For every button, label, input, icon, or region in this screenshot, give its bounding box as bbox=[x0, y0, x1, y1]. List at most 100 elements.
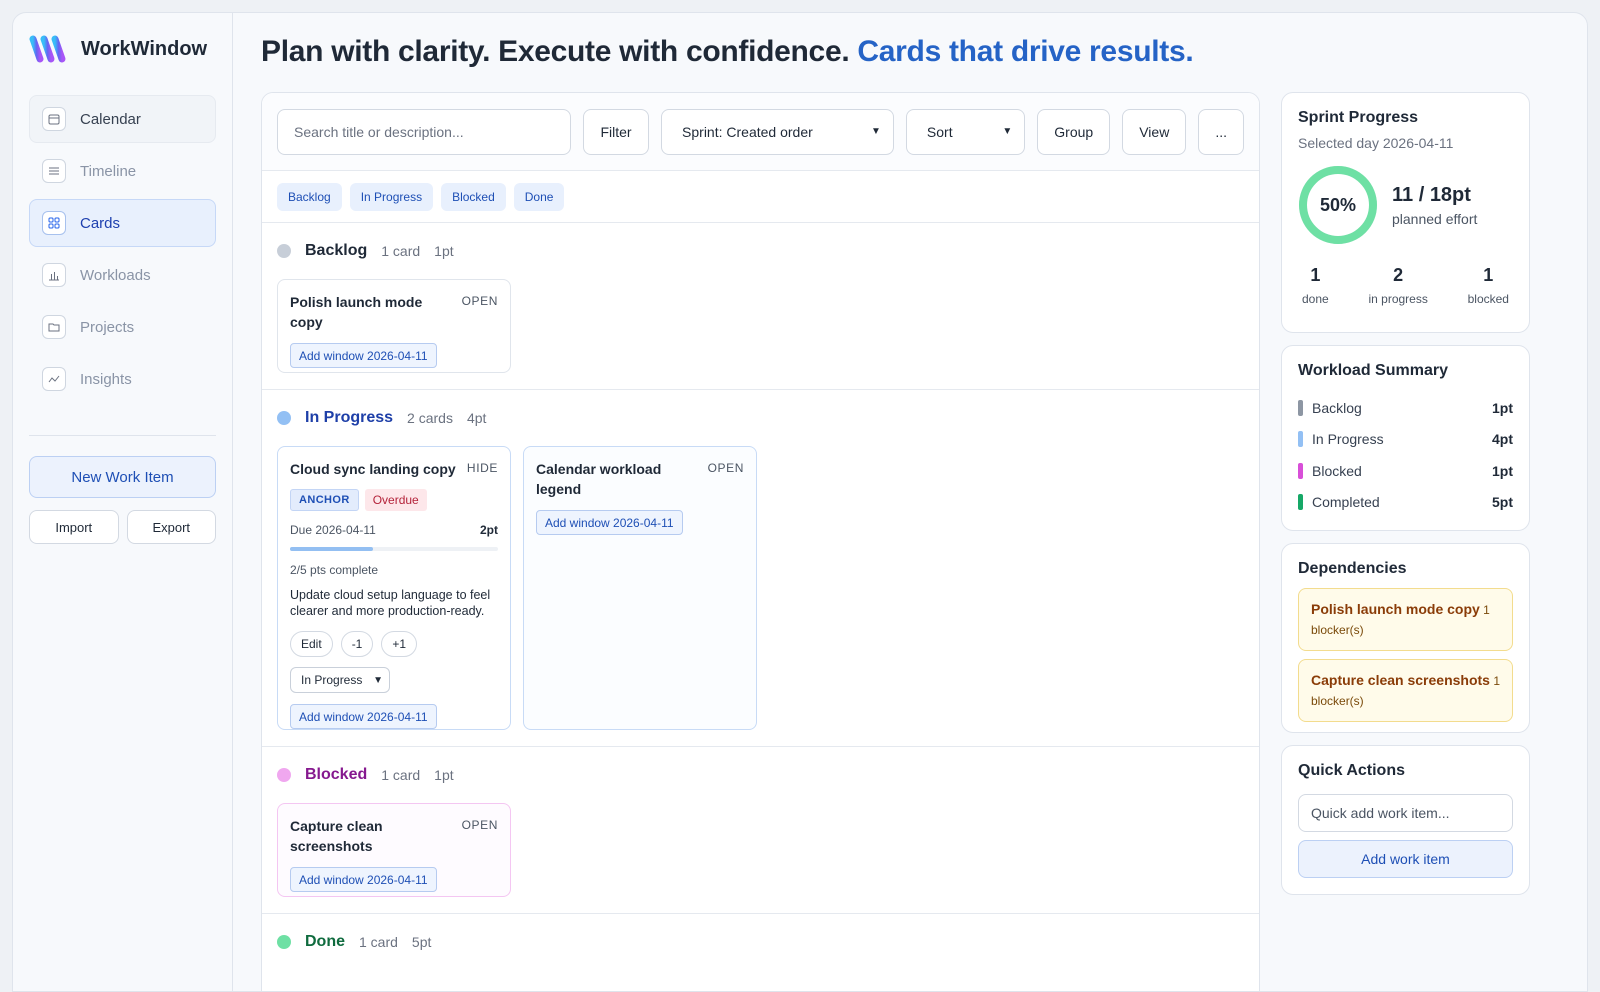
workload-label: Backlog bbox=[1312, 399, 1362, 416]
effort-value: 11 / 18pt bbox=[1392, 183, 1471, 206]
workload-value: 1pt bbox=[1492, 399, 1513, 416]
section-points: 1pt bbox=[434, 767, 454, 783]
section-header: Blocked 1 card 1pt bbox=[277, 747, 1244, 803]
app-window: WorkWindow Calendar Timeline Cards Workl… bbox=[12, 12, 1588, 992]
chip-backlog[interactable]: Backlog bbox=[277, 182, 342, 211]
headline-main: Plan with clarity. Execute with confiden… bbox=[261, 35, 850, 68]
add-window-button[interactable]: Add window 2026-04-11 bbox=[290, 704, 437, 729]
sidebar-divider bbox=[29, 435, 216, 436]
card-open-toggle[interactable]: OPEN bbox=[462, 292, 498, 332]
dependency-item[interactable]: Polish launch mode copy 1 blocker(s) bbox=[1298, 588, 1513, 651]
sidebar-item-projects[interactable]: Projects bbox=[29, 303, 216, 351]
sidebar-item-cards[interactable]: Cards bbox=[29, 199, 216, 247]
card-list: Cloud sync landing copy HIDE ANCHOR Over… bbox=[277, 446, 1244, 746]
sprint-stats: 1 done 2 in progress 1 blocked bbox=[1298, 265, 1513, 306]
group-button[interactable]: Group bbox=[1037, 108, 1111, 155]
add-window-button[interactable]: Add window 2026-04-11 bbox=[290, 867, 437, 892]
sprint-order-value: Sprint: Created order bbox=[682, 123, 813, 140]
status-dot bbox=[277, 768, 291, 782]
chip-blocked[interactable]: Blocked bbox=[441, 182, 506, 211]
add-work-item-button[interactable]: Add work item bbox=[1298, 840, 1513, 878]
sidebar-item-insights[interactable]: Insights bbox=[29, 355, 216, 403]
section-title: Blocked bbox=[305, 766, 368, 783]
quick-add-input[interactable] bbox=[1298, 794, 1513, 832]
sort-select[interactable]: Sort ▼ bbox=[905, 108, 1026, 155]
card-description: Update cloud setup language to feel clea… bbox=[290, 588, 491, 618]
workload-row-blocked: Blocked 1pt bbox=[1298, 455, 1513, 487]
panel-title: Quick Actions bbox=[1298, 762, 1405, 779]
section-points: 1pt bbox=[434, 243, 454, 259]
increment-points-button[interactable]: +1 bbox=[381, 631, 418, 657]
selected-day: Selected day 2026-04-11 bbox=[1298, 135, 1454, 151]
workload-summary-panel: Workload Summary Backlog 1pt In Progress… bbox=[1281, 345, 1530, 531]
legend-swatch bbox=[1298, 399, 1303, 416]
card-actions: Edit -1 +1 bbox=[290, 631, 498, 657]
section-done: Done 1 card 5pt bbox=[262, 914, 1259, 970]
stat-value: 1 bbox=[1483, 265, 1494, 285]
add-window-button[interactable]: Add window 2026-04-11 bbox=[536, 510, 683, 535]
import-export-row: Import Export bbox=[29, 510, 216, 544]
edit-button[interactable]: Edit bbox=[290, 631, 333, 657]
workload-value: 1pt bbox=[1492, 462, 1513, 479]
new-work-item-button[interactable]: New Work Item bbox=[29, 456, 216, 498]
section-title: Done bbox=[305, 933, 345, 950]
progress-ring-row: 50% 11 / 18pt planned effort bbox=[1298, 165, 1513, 245]
sidebar-item-label: Workloads bbox=[80, 266, 151, 284]
bar-chart-icon bbox=[42, 263, 66, 287]
cards-icon bbox=[42, 211, 66, 235]
filter-button[interactable]: Filter bbox=[583, 108, 650, 155]
calendar-icon bbox=[42, 107, 66, 131]
brand[interactable]: WorkWindow bbox=[29, 13, 216, 85]
more-options-button[interactable]: ... bbox=[1198, 108, 1244, 155]
card-title: Calendar workload legend bbox=[536, 461, 662, 497]
section-points: 4pt bbox=[466, 410, 487, 426]
import-button[interactable]: Import bbox=[29, 510, 119, 544]
workload-row-completed: Completed 5pt bbox=[1298, 487, 1513, 519]
work-card-capture[interactable]: Capture clean screenshots OPEN Add windo… bbox=[277, 803, 511, 897]
work-card-polish[interactable]: Polish launch mode copy OPEN Add window … bbox=[277, 279, 511, 373]
section-count: 1 card bbox=[381, 243, 421, 259]
stat-label: done bbox=[1302, 292, 1329, 306]
section-header: Done 1 card 5pt bbox=[277, 914, 1244, 970]
dependency-title: Capture clean screenshots bbox=[1311, 672, 1490, 688]
card-hide-toggle[interactable]: HIDE bbox=[467, 459, 498, 479]
workload-row-in-progress: In Progress 4pt bbox=[1298, 424, 1513, 456]
section-backlog: Backlog 1 card 1pt Polish launch mode co… bbox=[262, 223, 1259, 390]
sprint-order-select[interactable]: Sprint: Created order ▼ bbox=[661, 108, 894, 155]
section-in-progress: In Progress 2 cards 4pt Cloud sync landi… bbox=[262, 390, 1259, 747]
workload-row-backlog: Backlog 1pt bbox=[1298, 392, 1513, 424]
stat-value: 2 bbox=[1393, 265, 1404, 285]
chevron-down-icon: ▼ bbox=[871, 126, 881, 137]
workload-label: In Progress bbox=[1312, 431, 1384, 448]
panel-title: Workload Summary bbox=[1298, 362, 1448, 379]
add-window-button[interactable]: Add window 2026-04-11 bbox=[290, 343, 437, 368]
export-button[interactable]: Export bbox=[126, 510, 216, 544]
stat-value: 1 bbox=[1310, 265, 1321, 285]
sidebar-item-timeline[interactable]: Timeline bbox=[29, 147, 216, 195]
search-input[interactable] bbox=[277, 108, 572, 155]
sidebar-item-workloads[interactable]: Workloads bbox=[29, 251, 216, 299]
work-card-cloud-sync[interactable]: Cloud sync landing copy HIDE ANCHOR Over… bbox=[277, 446, 511, 730]
view-button[interactable]: View bbox=[1122, 108, 1187, 155]
dependency-title: Polish launch mode copy bbox=[1311, 601, 1480, 617]
progress-ring: 50% bbox=[1298, 165, 1378, 245]
stat-in-progress: 2 in progress bbox=[1368, 265, 1427, 306]
sidebar-item-calendar[interactable]: Calendar bbox=[29, 95, 216, 143]
timeline-icon bbox=[42, 159, 66, 183]
work-card-calendar-legend[interactable]: Calendar workload legend OPEN Add window… bbox=[523, 446, 757, 730]
chip-done[interactable]: Done bbox=[513, 182, 565, 211]
section-header: Backlog 1 card 1pt bbox=[277, 223, 1244, 279]
overdue-badge: Overdue bbox=[364, 489, 427, 511]
card-list: Polish launch mode copy OPEN Add window … bbox=[277, 279, 1244, 389]
section-points: 5pt bbox=[411, 934, 432, 950]
decrement-points-button[interactable]: -1 bbox=[340, 631, 374, 657]
card-title: Cloud sync landing copy bbox=[290, 461, 456, 477]
line-chart-icon bbox=[42, 367, 66, 391]
card-open-toggle[interactable]: OPEN bbox=[708, 459, 744, 499]
status-dot bbox=[277, 935, 291, 949]
dependency-item[interactable]: Capture clean screenshots 1 blocker(s) bbox=[1298, 659, 1513, 722]
chip-in-progress[interactable]: In Progress bbox=[349, 182, 434, 211]
card-open-toggle[interactable]: OPEN bbox=[462, 816, 498, 856]
cards-board: Filter Sprint: Created order ▼ Sort ▼ Gr… bbox=[261, 92, 1260, 991]
card-status-select[interactable]: In Progress ▼ bbox=[290, 667, 390, 693]
